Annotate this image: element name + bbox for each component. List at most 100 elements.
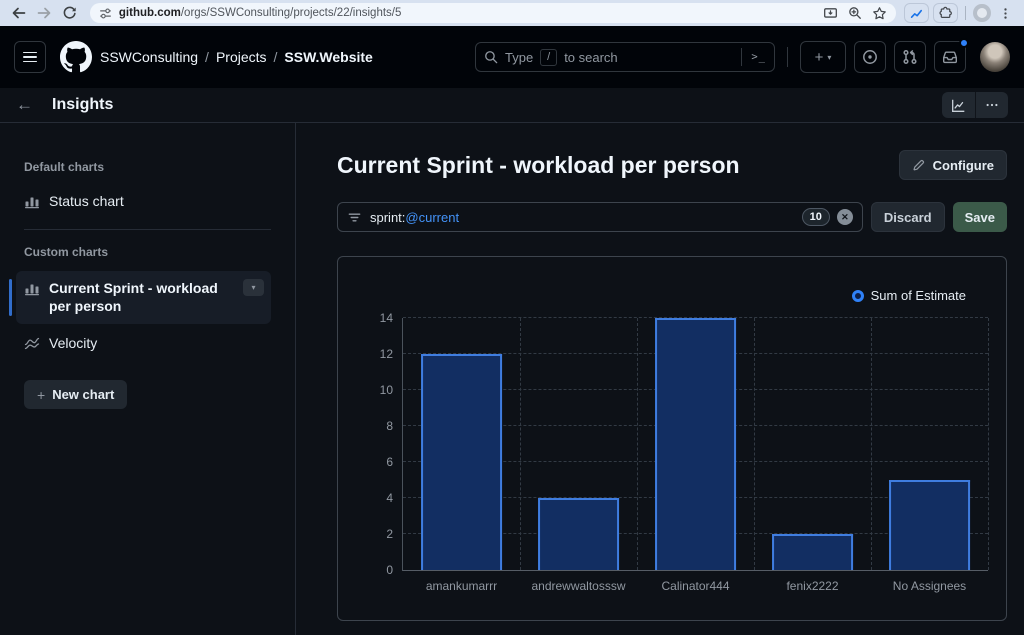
view-switch-group	[942, 92, 1008, 118]
browser-chrome: github.com/orgs/SSWConsulting/projects/2…	[0, 0, 1024, 26]
zoom-icon[interactable]	[848, 6, 862, 20]
y-axis-labels: 02468101214	[355, 318, 393, 570]
pencil-icon	[912, 158, 926, 172]
github-logo-icon[interactable]	[60, 41, 92, 73]
inbox-button[interactable]	[934, 41, 966, 73]
browser-profile-icon[interactable]	[973, 4, 990, 22]
gridline-vertical	[520, 318, 521, 570]
url-domain: github.com	[119, 7, 181, 19]
sidebar-item-label: Status chart	[49, 193, 124, 209]
sidebar-item-velocity[interactable]: Velocity	[24, 328, 271, 358]
y-tick-label: 6	[386, 455, 393, 469]
notification-dot	[959, 38, 969, 48]
chart-bar	[655, 318, 737, 570]
sidebar-item-status-chart[interactable]: Status chart	[24, 186, 271, 216]
address-bar[interactable]: github.com/orgs/SSWConsulting/projects/2…	[90, 3, 896, 23]
sidebar-item-label: Current Sprint - workload per person	[49, 279, 237, 315]
url-path: /orgs/SSWConsulting/projects/22/insights…	[181, 7, 402, 19]
legend-marker-icon	[852, 290, 864, 302]
browser-reload-button[interactable]	[59, 2, 80, 24]
filter-icon	[347, 210, 362, 225]
new-chart-button[interactable]: + New chart	[24, 380, 127, 409]
url-text: github.com/orgs/SSWConsulting/projects/2…	[119, 7, 402, 19]
filter-query-value: @current	[405, 210, 459, 225]
caret-down-icon: ▾	[251, 283, 255, 292]
command-palette-icon[interactable]: >_	[741, 48, 766, 66]
pinned-extension-icon[interactable]	[904, 3, 929, 23]
area-chart-icon	[24, 335, 40, 351]
chrome-separator	[965, 6, 966, 20]
git-pull-request-icon	[902, 49, 918, 65]
custom-charts-label: Custom charts	[24, 245, 271, 259]
ellipsis-icon	[985, 98, 999, 112]
result-count-badge: 10	[802, 208, 830, 226]
y-tick-label: 12	[380, 347, 393, 361]
site-info-icon[interactable]	[99, 7, 112, 20]
bar-chart-icon	[24, 193, 40, 209]
discard-button[interactable]: Discard	[871, 202, 945, 232]
new-chart-label: New chart	[52, 387, 114, 402]
page-title: Current Sprint - workload per person	[337, 152, 740, 179]
user-avatar[interactable]	[980, 42, 1010, 72]
configure-button[interactable]: Configure	[899, 150, 1007, 180]
browser-menu-kebab-icon[interactable]	[995, 2, 1016, 24]
github-header: SSWConsulting / Projects / SSW.Website T…	[0, 26, 1024, 88]
sidebar-item-current-sprint[interactable]: Current Sprint - workload per person ▾	[16, 271, 271, 324]
breadcrumb-projects[interactable]: Projects	[216, 49, 267, 65]
gridline-vertical	[871, 318, 872, 570]
sidebar-item-label: Velocity	[49, 335, 97, 351]
y-tick-label: 4	[386, 491, 393, 505]
chart-bar	[889, 480, 971, 570]
gridline-vertical	[637, 318, 638, 570]
line-chart-icon	[951, 98, 966, 113]
breadcrumb-project-name[interactable]: SSW.Website	[284, 49, 372, 65]
hamburger-menu-button[interactable]	[14, 41, 46, 73]
pull-requests-button[interactable]	[894, 41, 926, 73]
search-icon	[484, 50, 498, 64]
configure-label: Configure	[933, 158, 994, 173]
breadcrumb-org[interactable]: SSWConsulting	[100, 49, 198, 65]
chart-bar	[421, 354, 503, 570]
issues-button[interactable]	[854, 41, 886, 73]
gridline-vertical	[988, 318, 989, 570]
chart-view-button[interactable]	[942, 92, 975, 118]
chart-item-menu-button[interactable]: ▾	[243, 279, 264, 296]
bookmark-star-icon[interactable]	[872, 6, 887, 21]
main-content: Current Sprint - workload per person Con…	[296, 123, 1024, 635]
filter-query-text: sprint:@current	[370, 210, 459, 225]
plus-icon: +	[37, 387, 45, 403]
extensions-puzzle-icon[interactable]	[933, 3, 958, 23]
y-tick-label: 0	[386, 563, 393, 577]
more-options-button[interactable]	[975, 92, 1008, 118]
clear-filter-icon[interactable]: ✕	[837, 209, 853, 225]
back-arrow-icon[interactable]: ←	[16, 95, 44, 115]
chart-bar	[772, 534, 854, 570]
global-search-input[interactable]: Type / to search >_	[475, 42, 775, 72]
send-to-device-icon[interactable]	[823, 6, 838, 21]
caret-down-icon: ▾	[827, 53, 831, 62]
sidebar-divider	[24, 229, 271, 230]
hamburger-icon	[23, 52, 37, 63]
search-placeholder-suffix: to search	[564, 50, 617, 65]
x-tick-label: andrewwaltosssw	[531, 579, 625, 593]
filter-query-input[interactable]: sprint:@current 10 ✕	[337, 202, 863, 232]
insights-title: Insights	[52, 96, 113, 114]
x-axis-labels: amankumarrrandrewwaltossswCalinator444fe…	[403, 570, 988, 594]
y-tick-label: 14	[380, 311, 393, 325]
issue-opened-icon	[862, 49, 878, 65]
search-placeholder-prefix: Type	[505, 50, 533, 65]
inbox-icon	[942, 49, 958, 65]
browser-back-button[interactable]	[8, 2, 29, 24]
save-button[interactable]: Save	[953, 202, 1007, 232]
breadcrumb: SSWConsulting / Projects / SSW.Website	[100, 49, 373, 65]
x-tick-label: amankumarrr	[426, 579, 497, 593]
bar-chart-icon	[24, 280, 40, 296]
slash-keycap: /	[540, 49, 557, 66]
header-divider	[787, 47, 788, 67]
legend-label: Sum of Estimate	[871, 288, 966, 303]
insights-header: ← Insights	[0, 88, 1024, 123]
create-new-button[interactable]: + ▾	[800, 41, 846, 73]
browser-forward-button[interactable]	[33, 2, 54, 24]
x-tick-label: No Assignees	[893, 579, 966, 593]
default-charts-label: Default charts	[24, 160, 271, 174]
